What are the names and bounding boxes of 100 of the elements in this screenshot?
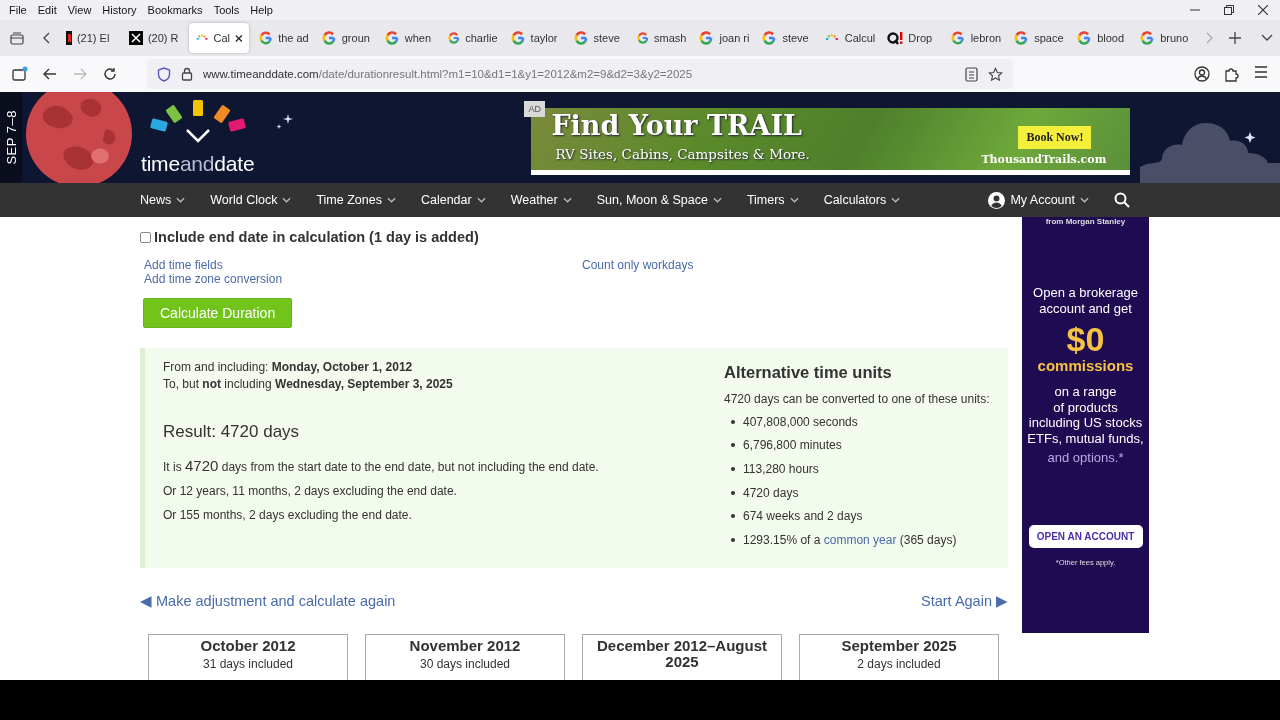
- search-icon[interactable]: [1114, 192, 1130, 208]
- result-line: Or 12 years, 11 months, 2 days excluding the end date.: [163, 483, 458, 500]
- nav-menu-item[interactable]: Calculators: [823, 193, 901, 207]
- browser-tab[interactable]: space: [1007, 23, 1071, 53]
- close-icon[interactable]: [235, 33, 243, 43]
- browser-tab[interactable]: (20) R: [122, 23, 186, 53]
- result-heading: Result: 4720 days: [163, 422, 301, 442]
- option-link[interactable]: Add time zone conversion: [144, 272, 283, 286]
- ad-amount: $0: [1066, 321, 1105, 357]
- google-g-icon: [446, 30, 461, 46]
- option-link[interactable]: Count only workdays: [582, 258, 694, 272]
- browser-tab[interactable]: lebron: [944, 23, 1008, 53]
- tab-list-icon[interactable]: [10, 31, 24, 45]
- ad-sponsor-text: from Morgan Stanley: [1045, 217, 1126, 226]
- browser-tab[interactable]: steve: [566, 23, 630, 53]
- menu-item[interactable]: View: [63, 4, 96, 16]
- nav-menu-item[interactable]: Time Zones: [316, 193, 396, 207]
- q-logo-icon: [887, 31, 904, 45]
- star-icon[interactable]: [988, 66, 1003, 82]
- to-date-text: To, but not including Wednesday, September 3, 2025: [163, 376, 454, 393]
- plus-icon[interactable]: [1229, 32, 1242, 44]
- lock-icon: [181, 67, 193, 81]
- result-sentence: It is 4720 days from the start date to the end date, but not including the end date.: [163, 456, 600, 476]
- bullet-icon: [731, 467, 735, 471]
- close-icon[interactable]: [1258, 5, 1268, 15]
- browser-tab[interactable]: charlie: [440, 23, 504, 53]
- start-again-link[interactable]: Start Again ▶: [921, 592, 1008, 610]
- browser-tab[interactable]: Drop: [881, 23, 945, 53]
- account-menu[interactable]: My Account: [988, 191, 1089, 209]
- bullet-icon: [731, 419, 735, 424]
- google-g-icon: [383, 30, 400, 46]
- puzzle-piece-icon[interactable]: [1224, 66, 1240, 82]
- ad-body-text: on a range of products including US stocks ETFs, mutual funds,: [1026, 384, 1145, 446]
- nav-menu-item[interactable]: Weather: [510, 193, 572, 207]
- nav-menu-item[interactable]: World Clock: [210, 193, 292, 207]
- chevron-down-icon: [476, 197, 486, 203]
- menu-icon[interactable]: [1254, 66, 1268, 78]
- chevron-left-icon[interactable]: [42, 32, 51, 44]
- ad-domain: ThousandTrails.com: [981, 153, 1107, 166]
- restore-icon[interactable]: [1224, 5, 1234, 15]
- unit-value: 6,796,800 minutes: [743, 438, 842, 453]
- browser-tab[interactable]: Cal: [188, 23, 249, 53]
- ad-label: AD: [524, 101, 545, 117]
- google-g-icon: [1139, 30, 1156, 46]
- menu-item[interactable]: Edit: [33, 4, 61, 16]
- browser-tab[interactable]: when: [377, 23, 441, 53]
- google-g-icon: [698, 30, 715, 46]
- bullet-icon: [731, 443, 735, 448]
- menu-item[interactable]: History: [98, 4, 141, 16]
- google-g-icon: [761, 30, 778, 46]
- include-end-date-checkbox[interactable]: Include end date in calculation (1 day is added): [140, 229, 1008, 245]
- browser-tab[interactable]: joan ri: [692, 23, 756, 53]
- nav-menu-item[interactable]: News: [140, 193, 186, 207]
- x-logo-icon: [128, 31, 143, 45]
- browser-tab[interactable]: the ad: [251, 23, 315, 53]
- browser-tab[interactable]: Calcul: [818, 23, 882, 53]
- nav-menu-item[interactable]: Sun, Moon & Space: [596, 193, 722, 207]
- shield-icon: [157, 66, 171, 82]
- common-year-link[interactable]: common year: [823, 532, 897, 547]
- browser-tab[interactable]: steve: [755, 23, 819, 53]
- calendar-title: October 2012: [199, 638, 297, 654]
- option-link[interactable]: Add time fields: [144, 258, 223, 272]
- browser-tab[interactable]: groun: [314, 23, 378, 53]
- chevron-down-icon[interactable]: [1261, 34, 1273, 42]
- timeanddate-logo[interactable]: timeanddate: [141, 92, 255, 183]
- calendar-title: November 2012: [408, 638, 522, 654]
- tab-favicon-icon: [65, 31, 72, 45]
- ad-tail-text: and options.*: [1047, 450, 1124, 465]
- menu-item[interactable]: Help: [246, 4, 277, 16]
- google-g-icon: [320, 30, 337, 46]
- browser-tab[interactable]: smash: [629, 23, 693, 53]
- browser-tab[interactable]: bruno: [1133, 23, 1197, 53]
- reload-icon[interactable]: [103, 67, 117, 81]
- menu-item[interactable]: Bookmarks: [143, 4, 207, 16]
- calendar-title: September 2025: [840, 638, 958, 654]
- book-now-button[interactable]: Book Now!: [1018, 126, 1092, 149]
- browser-tab[interactable]: (21) El: [59, 23, 123, 53]
- ad-amount-label: commissions: [1037, 357, 1134, 375]
- bullet-icon: [731, 537, 735, 542]
- open-account-button[interactable]: OPEN AN ACCOUNT: [1028, 525, 1143, 548]
- unit-value: 407,808,000 seconds: [743, 414, 858, 429]
- chevron-down-icon: [176, 197, 186, 203]
- adjust-calculation-link[interactable]: ◀ Make adjustment and calculate again: [140, 592, 396, 610]
- back-arrow-icon[interactable]: [43, 68, 57, 80]
- google-g-icon: [635, 30, 650, 46]
- nav-menu-item[interactable]: Calendar: [420, 193, 486, 207]
- browser-tab[interactable]: blood: [1070, 23, 1134, 53]
- chevron-down-icon: [562, 197, 572, 203]
- nav-menu-item[interactable]: Timers: [746, 193, 799, 207]
- browser-tab[interactable]: taylor: [503, 23, 567, 53]
- window-icon[interactable]: [12, 66, 28, 82]
- menu-item[interactable]: Tools: [209, 4, 244, 16]
- menu-item[interactable]: File: [5, 4, 31, 16]
- google-g-icon: [257, 30, 274, 46]
- account-icon[interactable]: [1194, 66, 1210, 82]
- result-line: Or 155 months, 2 days excluding the end date.: [163, 507, 413, 524]
- address-bar[interactable]: www.timeanddate.com/date/durationresult.html?m1=10&d1=1&y1=2012&m2=9&d2=3&y2=2025: [147, 59, 1013, 89]
- reader-view-icon[interactable]: [965, 66, 978, 82]
- chevron-down-icon: [1080, 197, 1089, 203]
- ad-headline: Find Your TRAIL: [551, 110, 803, 141]
